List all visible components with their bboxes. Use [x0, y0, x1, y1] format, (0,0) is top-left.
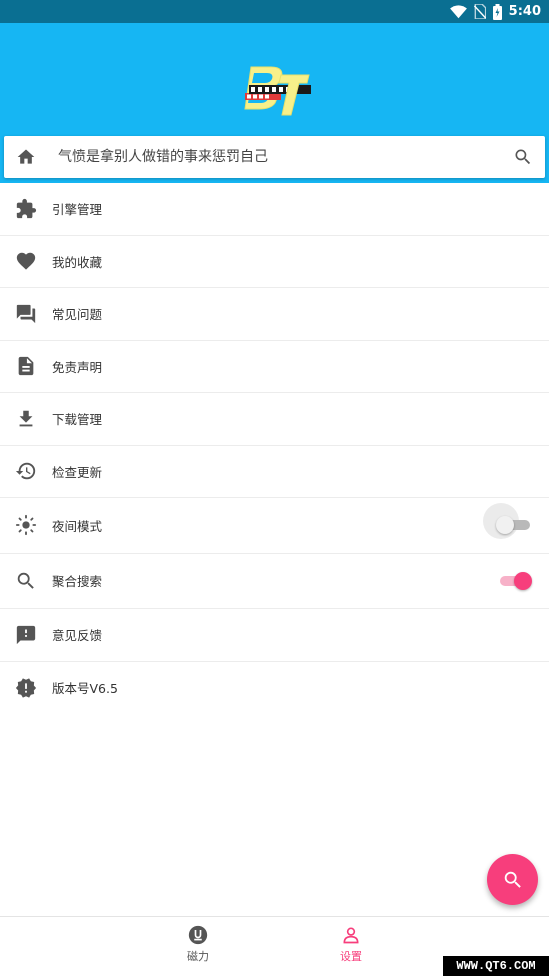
search-bar[interactable]: 气愤是拿别人做错的事来惩罚自己 — [4, 136, 545, 178]
menu-item-faq[interactable]: 常见问题 — [0, 288, 549, 341]
menu-label: 我的收藏 — [52, 254, 103, 270]
no-sim-icon — [473, 4, 486, 19]
person-icon — [343, 927, 359, 944]
menu-item-downloads[interactable]: 下载管理 — [0, 393, 549, 446]
menu-label: 聚合搜索 — [52, 574, 103, 590]
menu-item-night-mode[interactable]: 夜间模式 — [0, 498, 549, 554]
nav-label: 设置 — [340, 950, 362, 963]
nav-label: 磁力 — [187, 950, 209, 963]
bt-logo — [244, 66, 311, 116]
menu-label: 下载管理 — [52, 412, 103, 428]
search-icon[interactable] — [513, 147, 533, 167]
puzzle-icon — [15, 198, 37, 220]
heart-icon — [15, 250, 37, 272]
night-mode-toggle[interactable] — [483, 503, 530, 540]
search-icon — [15, 570, 37, 592]
menu-item-feedback[interactable]: 意见反馈 — [0, 609, 549, 662]
menu-label: 常见问题 — [52, 307, 103, 323]
status-bar: 5:40 — [0, 0, 549, 23]
search-fab[interactable] — [487, 854, 538, 905]
toggle-knob — [514, 571, 532, 590]
menu-item-engine[interactable]: 引擎管理 — [0, 183, 549, 236]
settings-menu: 引擎管理 我的收藏 常见问题 免责声明 下载管理 检查更新 夜间模式 聚合搜索 — [0, 183, 549, 714]
menu-item-disclaimer[interactable]: 免责声明 — [0, 341, 549, 393]
menu-label: 夜间模式 — [52, 518, 103, 534]
history-icon — [15, 460, 37, 482]
menu-label: 免责声明 — [52, 359, 103, 375]
nav-tab-magnet[interactable]: 磁力 — [168, 925, 228, 971]
document-icon — [15, 355, 37, 377]
feedback-icon — [15, 624, 37, 646]
menu-label: 版本号V6.5 — [52, 681, 118, 697]
menu-item-favorites[interactable]: 我的收藏 — [0, 236, 549, 288]
battery-icon — [492, 3, 502, 20]
alert-badge-icon — [15, 677, 37, 699]
menu-label: 意见反馈 — [52, 628, 103, 644]
search-hint[interactable]: 气愤是拿别人做错的事来惩罚自己 — [58, 147, 268, 167]
menu-item-version[interactable]: 版本号V6.5 — [0, 662, 549, 715]
aggregate-search-toggle[interactable] — [500, 569, 532, 593]
magnet-icon — [188, 925, 208, 945]
forum-icon — [15, 303, 37, 325]
status-icons: 5:40 — [449, 2, 541, 21]
brightness-icon — [15, 514, 37, 536]
menu-item-check-update[interactable]: 检查更新 — [0, 446, 549, 498]
wifi-icon — [449, 4, 467, 18]
search-icon — [504, 871, 521, 888]
status-time: 5:40 — [508, 4, 541, 19]
download-icon — [15, 408, 37, 430]
nav-tab-settings[interactable]: 设置 — [321, 925, 381, 971]
menu-label: 检查更新 — [52, 464, 103, 480]
home-icon[interactable] — [16, 147, 36, 167]
watermark: WWW.QT6.COM — [443, 956, 549, 976]
menu-label: 引擎管理 — [52, 202, 103, 218]
menu-item-aggregate-search[interactable]: 聚合搜索 — [0, 554, 549, 609]
